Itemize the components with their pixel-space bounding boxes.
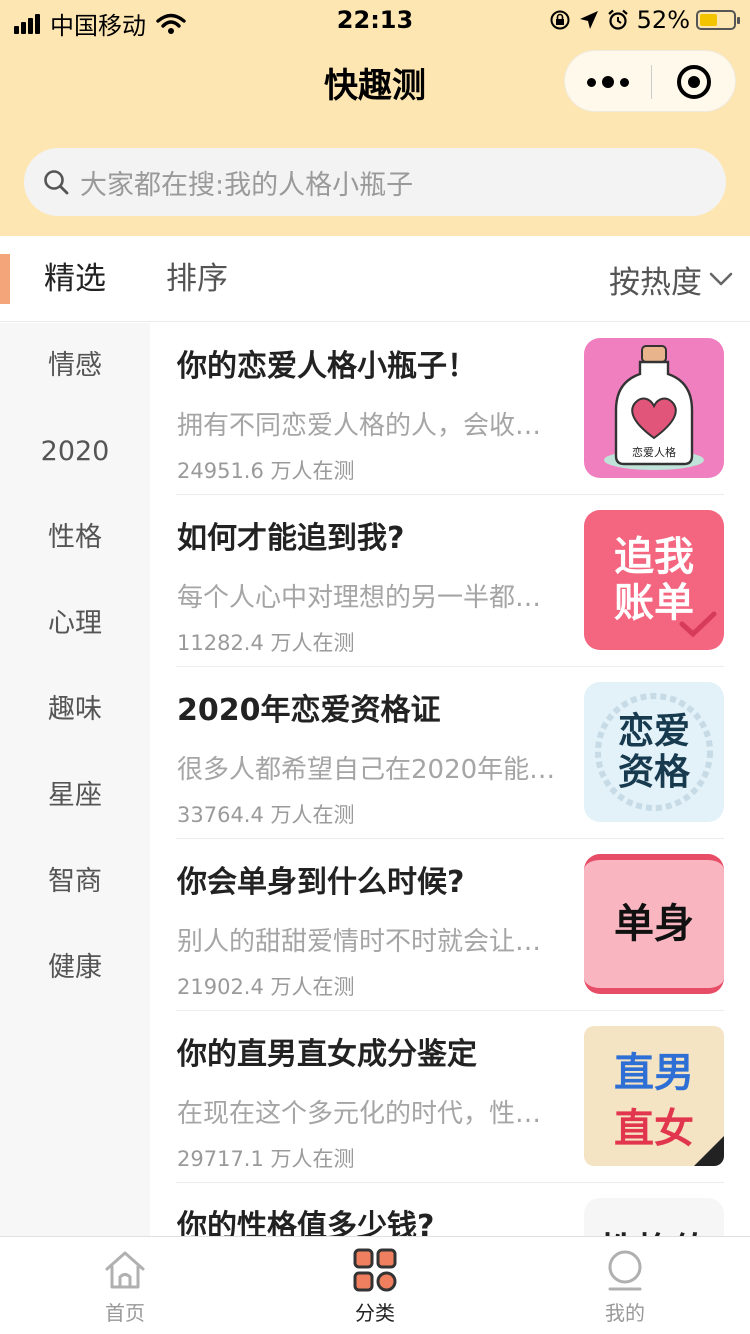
quiz-description: 很多人都希望自己在2020年能…	[177, 755, 556, 785]
quiz-thumbnail: 性格值	[584, 1198, 724, 1236]
quiz-description: 拥有不同恋爱人格的人，会收…	[177, 411, 542, 441]
sidebar-item-2020[interactable]: 2020	[0, 409, 150, 495]
quiz-description: 别人的甜甜爱情时不时就会让…	[177, 927, 542, 957]
search-placeholder: 大家都在搜:我的人格小瓶子	[80, 169, 414, 201]
quiz-card[interactable]: 你会单身到什么时候? 别人的甜甜爱情时不时就会让… 21902.4 万人在测 单…	[150, 839, 750, 1011]
quiz-thumbnail: 单身	[584, 854, 724, 994]
sidebar-item-zodiac[interactable]: 星座	[0, 753, 150, 839]
quiz-card[interactable]: 如何才能追到我? 每个人心中对理想的另一半都… 11282.4 万人在测 追我账…	[150, 495, 750, 667]
search-icon	[44, 170, 69, 195]
battery-fill	[700, 14, 717, 26]
quiz-thumbnail: 直男 直女	[584, 1026, 724, 1166]
quiz-card[interactable]: 你的直男直女成分鉴定 在现在这个多元化的时代，性… 29717.1 万人在测 直…	[150, 1011, 750, 1183]
location-icon	[579, 11, 598, 29]
category-sidebar: 情感 2020 性格 心理 趣味 星座 智商 健康	[0, 323, 150, 1236]
profile-icon	[608, 1250, 642, 1291]
sidebar-item-personality[interactable]: 性格	[0, 495, 150, 581]
more-dot-icon	[587, 77, 596, 87]
quiz-title: 你的直男直女成分鉴定	[177, 1037, 477, 1072]
quiz-participants: 24951.6 万人在测	[177, 459, 355, 483]
quiz-description: 在现在这个多元化的时代，性…	[177, 1099, 542, 1129]
quiz-participants: 33764.4 万人在测	[177, 803, 355, 827]
more-dot-icon	[602, 76, 614, 88]
quiz-thumbnail: 恋爱人格	[584, 338, 724, 478]
quiz-thumbnail: 恋爱资格	[584, 682, 724, 822]
quiz-thumbnail: 追我账单	[584, 510, 724, 650]
header-area: 中国移动 22:13 52% 快趣测 大家都在搜:我的人格小瓶子	[0, 0, 750, 236]
bottom-tab-bar: 首页 分类 我的	[0, 1236, 750, 1334]
thumb-caption: 性格值	[584, 1222, 724, 1236]
sort-label: 排序	[166, 261, 228, 297]
sidebar-item-psychology[interactable]: 心理	[0, 581, 150, 667]
quiz-list: 你的恋爱人格小瓶子！ 拥有不同恋爱人格的人，会收… 24951.6 万人在测 恋…	[150, 323, 750, 1236]
battery-percent: 52%	[636, 6, 690, 34]
quiz-title: 如何才能追到我?	[177, 521, 405, 556]
quiz-participants: 29717.1 万人在测	[177, 1147, 355, 1171]
thumb-caption-male: 直男	[614, 1050, 694, 1096]
alarm-icon	[607, 9, 628, 30]
chevron-down-icon	[709, 272, 733, 286]
tab-category-label: 分类	[355, 1301, 395, 1325]
mini-program-capsule	[564, 50, 736, 112]
tab-home-label: 首页	[105, 1301, 145, 1325]
sidebar-item-fun[interactable]: 趣味	[0, 667, 150, 753]
sidebar-item-iq[interactable]: 智商	[0, 839, 150, 925]
more-dot-icon	[620, 77, 629, 87]
status-bar: 中国移动 22:13 52%	[0, 0, 750, 40]
more-button[interactable]	[565, 51, 651, 113]
close-mini-program-button[interactable]	[651, 51, 737, 113]
quiz-title: 2020年恋爱资格证	[177, 693, 441, 728]
battery-icon	[696, 10, 740, 30]
thumb-caption: 单身	[614, 901, 694, 947]
target-icon	[677, 65, 711, 99]
quiz-card[interactable]: 2020年恋爱资格证 很多人都希望自己在2020年能… 33764.4 万人在测…	[150, 667, 750, 839]
status-right: 52%	[549, 6, 740, 34]
page-curl-icon	[694, 1136, 724, 1166]
quiz-card[interactable]: 你的性格值多少钱? 性格值	[150, 1183, 750, 1236]
tab-category[interactable]: 分类	[250, 1237, 500, 1334]
quiz-participants: 21902.4 万人在测	[177, 975, 355, 999]
home-icon	[105, 1251, 145, 1289]
quiz-title: 你的性格值多少钱?	[177, 1209, 435, 1236]
quiz-card[interactable]: 你的恋爱人格小瓶子！ 拥有不同恋爱人格的人，会收… 24951.6 万人在测 恋…	[150, 323, 750, 495]
sort-order-dropdown[interactable]: 按热度	[609, 236, 734, 322]
tab-home[interactable]: 首页	[0, 1237, 250, 1334]
tab-profile-label: 我的	[605, 1301, 645, 1325]
rotation-lock-icon	[550, 10, 570, 30]
thumb-caption: 恋爱资格	[617, 710, 690, 793]
quiz-title: 你会单身到什么时候?	[177, 865, 465, 900]
quiz-title: 你的恋爱人格小瓶子！	[177, 349, 477, 384]
sidebar-item-health[interactable]: 健康	[0, 925, 150, 1011]
thumb-caption: 恋爱人格	[632, 446, 676, 459]
quiz-participants: 11282.4 万人在测	[177, 631, 355, 655]
tab-profile[interactable]: 我的	[500, 1237, 750, 1334]
filter-row: 精选 排序 按热度	[0, 236, 750, 322]
sort-order-label: 按热度	[609, 264, 702, 301]
quiz-description: 每个人心中对理想的另一半都…	[177, 583, 542, 613]
sidebar-item-emotion[interactable]: 情感	[0, 323, 150, 409]
tab-featured[interactable]: 精选	[0, 236, 150, 322]
category-icon	[353, 1248, 397, 1292]
search-bar[interactable]: 大家都在搜:我的人格小瓶子	[24, 148, 726, 216]
checkmark-icon	[679, 611, 717, 638]
